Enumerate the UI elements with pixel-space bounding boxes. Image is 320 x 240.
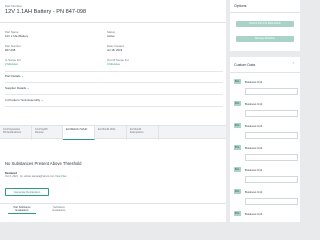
divider xyxy=(5,71,223,72)
tab-label: Evaluations xyxy=(52,209,66,213)
tab-label: EU REACH SVHC xyxy=(66,128,88,131)
field-label: Business Unit xyxy=(245,168,263,172)
tab-ca-prop65-declarations[interactable]: CA Proposition 65 Declarations xyxy=(0,126,32,140)
chevron-down-icon: ⌄ xyxy=(21,74,24,78)
divider xyxy=(5,94,223,95)
date-created-value: Jul 18, 2019 xyxy=(107,48,123,52)
divider xyxy=(5,82,223,83)
field-badge: B.U. xyxy=(234,145,241,150)
view-files-link[interactable]: View Files xyxy=(55,175,66,178)
custom-field-row: B.U. Business Unit xyxy=(234,123,298,145)
field-label: Business Unit xyxy=(245,212,263,216)
field-badge: B.U. xyxy=(234,167,241,172)
field-label: Business Unit xyxy=(245,124,263,128)
manage-modules-button[interactable]: Manage Modules xyxy=(236,36,294,42)
tab-eu-rohs-2011[interactable]: EU RoHS 2011 xyxy=(95,126,127,140)
chevron-down-icon: ⌄ xyxy=(41,98,44,102)
sub-assembly-label: In Product / Sub Assembly xyxy=(5,98,41,102)
custom-field-row: B.U. Business Unit xyxy=(234,79,298,101)
generate-declaration-button[interactable]: Generate Declaration xyxy=(5,188,49,196)
options-title: Options xyxy=(234,4,247,8)
chevron-up-icon[interactable]: ⌃ xyxy=(292,62,295,66)
options-panel: Options Submit Part For Bulk Action Mana… xyxy=(230,0,300,51)
part-details-label: Part Details xyxy=(5,74,21,78)
field-label: Business Unit xyxy=(245,102,263,106)
business-unit-input[interactable] xyxy=(245,176,298,183)
business-unit-input[interactable] xyxy=(245,132,298,139)
custom-data-title: Custom Data xyxy=(234,63,255,67)
part-details-section[interactable]: Part Details ⌄ xyxy=(5,74,24,78)
tab-label: EU RoHS 2011 xyxy=(98,128,116,131)
declared-text: Oct 6, 2021 · by: adrian.samara@winco.co… xyxy=(5,175,55,178)
business-unit-input[interactable] xyxy=(245,198,298,205)
chevron-down-icon: ⌄ xyxy=(26,86,30,90)
part-header: Part Number 12V 1.1AH Battery - PN 847-0… xyxy=(0,0,226,23)
field-label: Business Unit xyxy=(245,190,263,194)
part-detail-card: Part Number 12V 1.1AH Battery - PN 847-0… xyxy=(0,0,226,222)
tab-eu-rohs-exemptions[interactable]: EU RoHS Exemptions xyxy=(127,126,159,140)
tab-label: Review xyxy=(35,131,44,135)
declared-info: Oct 6, 2021 · by: adrian.samara@winco.co… xyxy=(5,175,67,178)
tab-eu-reach-svhc[interactable]: EU REACH SVHC xyxy=(63,126,95,140)
tab-substance-evaluations[interactable]: Substance Evaluations xyxy=(45,206,73,212)
tab-label: Evaluations xyxy=(15,209,29,213)
tab-ca-prop65-review[interactable]: CA Prop65 Review xyxy=(32,126,63,140)
field-badge: B.U. xyxy=(234,101,241,106)
part-number-value: 847-098 xyxy=(5,48,16,52)
business-unit-input[interactable] xyxy=(245,154,298,161)
divider xyxy=(230,12,300,13)
tab-label: Exemptions xyxy=(130,131,144,135)
custom-field-row: B.U. Business Unit xyxy=(234,145,298,167)
field-badge: B.U. xyxy=(234,123,241,128)
part-name-value: 12V 1.1AH Battery xyxy=(5,34,29,38)
business-unit-input[interactable] xyxy=(245,110,298,117)
supplier-details-section[interactable]: Supplier Details ⌄ xyxy=(5,86,29,90)
regulation-tabs: CA Proposition 65 Declarations CA Prop65… xyxy=(0,125,226,140)
custom-field-row: B.U. Business Unit xyxy=(234,101,298,123)
custom-data-panel: Custom Data ⌃ B.U. Business Unit B.U. Bu… xyxy=(230,57,300,222)
field-badge: B.U. xyxy=(234,211,241,216)
part-number-label: Part Number xyxy=(5,4,23,8)
custom-field-row: B.U. Business Unit xyxy=(234,167,298,189)
business-unit-input[interactable] xyxy=(245,88,298,95)
supplier-details-label: Supplier Details xyxy=(5,86,27,90)
evaluation-tabs: Part Substance Evaluations Substance Eva… xyxy=(0,203,226,217)
field-label: Business Unit xyxy=(245,80,263,84)
custom-field-row: B.U. Business Unit xyxy=(234,211,298,221)
field-label: Business Unit xyxy=(245,146,263,150)
in-scope-link[interactable]: 2 Modules xyxy=(5,62,18,66)
out-of-scope-link[interactable]: 0 Modules xyxy=(107,62,120,66)
tab-label: 65 Declarations xyxy=(3,131,22,135)
submit-bulk-action-button[interactable]: Submit Part For Bulk Action xyxy=(236,21,294,27)
divider xyxy=(230,72,300,73)
status-value: Active xyxy=(107,34,115,38)
tab-part-substance-evaluations[interactable]: Part Substance Evaluations xyxy=(8,206,36,215)
field-badge: B.U. xyxy=(234,189,241,194)
page-title: 12V 1.1AH Battery - PN 847-098 xyxy=(5,9,87,15)
sub-assembly-section[interactable]: In Product / Sub Assembly ⌄ xyxy=(5,98,44,102)
custom-field-row: B.U. Business Unit xyxy=(234,189,298,211)
field-badge: B.U. xyxy=(234,79,241,84)
divider xyxy=(5,106,223,107)
threshold-message: No Substances Present Above Threshold xyxy=(5,161,82,166)
